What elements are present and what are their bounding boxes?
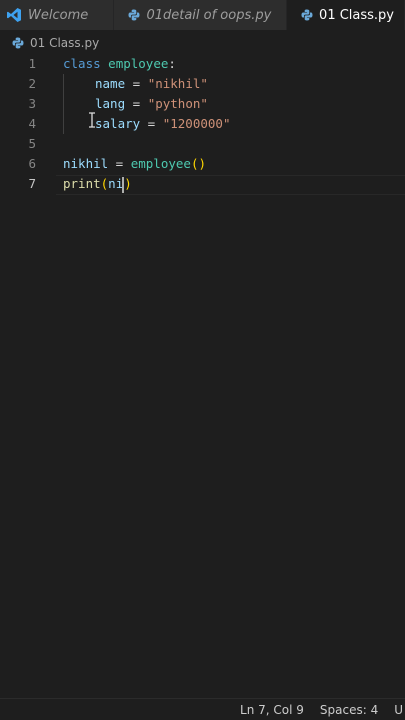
punct-token: : [168, 56, 176, 71]
string-token: "1200000" [162, 116, 231, 131]
breadcrumb[interactable]: 01 Class.py [0, 32, 405, 54]
string-token: "python" [147, 96, 208, 111]
line-code: class employee: [63, 54, 176, 74]
string-token: "nikhil" [147, 76, 208, 91]
line-number: 2 [28, 76, 36, 91]
tab-label: 01 Class.py [319, 7, 394, 23]
class-name-token: employee [130, 156, 191, 171]
breadcrumb-file: 01 Class.py [30, 36, 100, 50]
operator-token: = [125, 76, 148, 91]
bracket-token: ) [124, 176, 132, 191]
code-line-3[interactable]: 3 lang = "python" [0, 94, 405, 114]
cursor-position[interactable]: Ln 7, Col 9 [240, 703, 304, 717]
line-code: salary = "1200000" [95, 114, 230, 134]
indentation-setting[interactable]: Spaces: 4 [320, 703, 378, 717]
ibeam-cursor-icon [89, 112, 95, 128]
code-line-1[interactable]: 1 class employee: [0, 54, 405, 74]
operator-token: = [108, 156, 131, 171]
line-number: 5 [28, 136, 36, 151]
line-number: 3 [28, 96, 36, 111]
line-number: 4 [28, 116, 36, 131]
python-icon [128, 9, 140, 21]
code-line-2[interactable]: 2 name = "nikhil" [0, 74, 405, 94]
tab-01-class[interactable]: 01 Class.py [287, 0, 405, 30]
function-token: print [63, 176, 101, 191]
variable-token: ni [108, 176, 124, 191]
editor-tab-bar: Welcome 01detail of oops.py 01 Class.py [0, 0, 405, 31]
tab-welcome[interactable]: Welcome [0, 0, 115, 30]
code-line-7[interactable]: 7 print(ni) [0, 174, 405, 195]
tab-label: 01detail of oops.py [146, 7, 272, 23]
keyword-token: class [63, 56, 101, 71]
code-line-5[interactable]: 5 [0, 134, 405, 154]
code-editor[interactable]: 1 class employee: 2 name = "nikhil" 3 la… [0, 54, 405, 694]
python-icon [301, 9, 313, 21]
tab-label: Welcome [28, 7, 89, 23]
line-number: 6 [28, 156, 36, 171]
class-name-token: employee [108, 56, 169, 71]
line-code: name = "nikhil" [95, 74, 208, 94]
vscode-icon [7, 8, 21, 22]
encoding-indicator[interactable]: U [394, 703, 403, 717]
operator-token: = [140, 116, 163, 131]
bracket-token: () [190, 156, 207, 171]
status-bar: Ln 7, Col 9 Spaces: 4 U [0, 698, 405, 720]
variable-token: salary [95, 116, 141, 131]
line-code: nikhil = employee() [63, 154, 206, 174]
variable-token: nikhil [63, 156, 109, 171]
operator-token: = [125, 96, 148, 111]
line-code: print(ni) [63, 174, 132, 194]
variable-token: lang [95, 96, 126, 111]
tab-01detail-of-oops[interactable]: 01detail of oops.py [114, 0, 288, 30]
line-number: 7 [28, 176, 36, 191]
code-line-6[interactable]: 6 nikhil = employee() [0, 154, 405, 174]
code-line-4[interactable]: 4 salary = "1200000" [0, 114, 405, 134]
line-code: lang = "python" [95, 94, 208, 114]
python-icon [12, 37, 24, 49]
variable-token: name [95, 76, 126, 91]
line-number: 1 [28, 56, 36, 71]
